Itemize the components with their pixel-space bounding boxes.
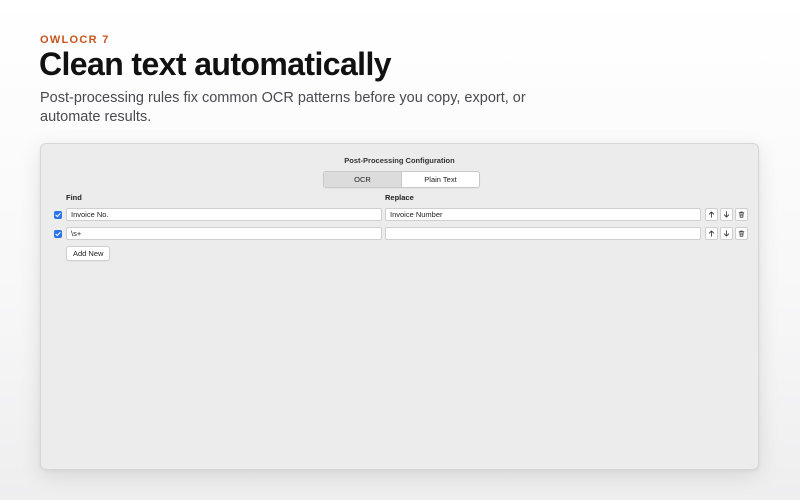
segment-ocr-observations[interactable]: OCR Observations [324,172,401,187]
headline: Clean text automatically [39,46,392,82]
checkmark-icon [55,231,61,237]
trash-icon [738,230,745,237]
subhead: Post-processing rules fix common OCR pat… [40,90,526,125]
mode-segmented-control: OCR Observations Plain Text Results [323,171,480,188]
find-column-header: Find [66,193,82,202]
arrow-down-icon [723,211,730,218]
move-up-button[interactable] [705,227,718,240]
add-new-button[interactable]: Add New [66,246,111,261]
replace-input[interactable]: Invoice Number [385,208,701,221]
move-up-button[interactable] [705,208,718,221]
move-down-button[interactable] [720,227,733,240]
post-processing-window: Post-Processing Configuration OCR Observ… [40,143,759,470]
delete-rule-button[interactable] [735,208,748,221]
replace-input[interactable] [385,227,701,240]
checkmark-icon [55,212,61,218]
arrow-up-icon [708,230,715,237]
delete-rule-button[interactable] [735,227,748,240]
rule-enabled-checkbox[interactable] [54,230,62,238]
window-title: Post-Processing Configuration [344,156,455,165]
trash-icon [738,211,745,218]
arrow-up-icon [708,211,715,218]
find-input[interactable]: \s+ [66,227,382,240]
segment-plain-text-results[interactable]: Plain Text Results [401,172,479,187]
move-down-button[interactable] [720,208,733,221]
rule-row: \s+ [54,227,749,241]
eyebrow: OWLOCR 7 [40,34,110,46]
rule-enabled-checkbox[interactable] [54,211,62,219]
replace-column-header: Replace [385,193,414,202]
rule-row: Invoice No. Invoice Number [54,208,749,222]
find-input[interactable]: Invoice No. [66,208,382,221]
arrow-down-icon [723,230,730,237]
